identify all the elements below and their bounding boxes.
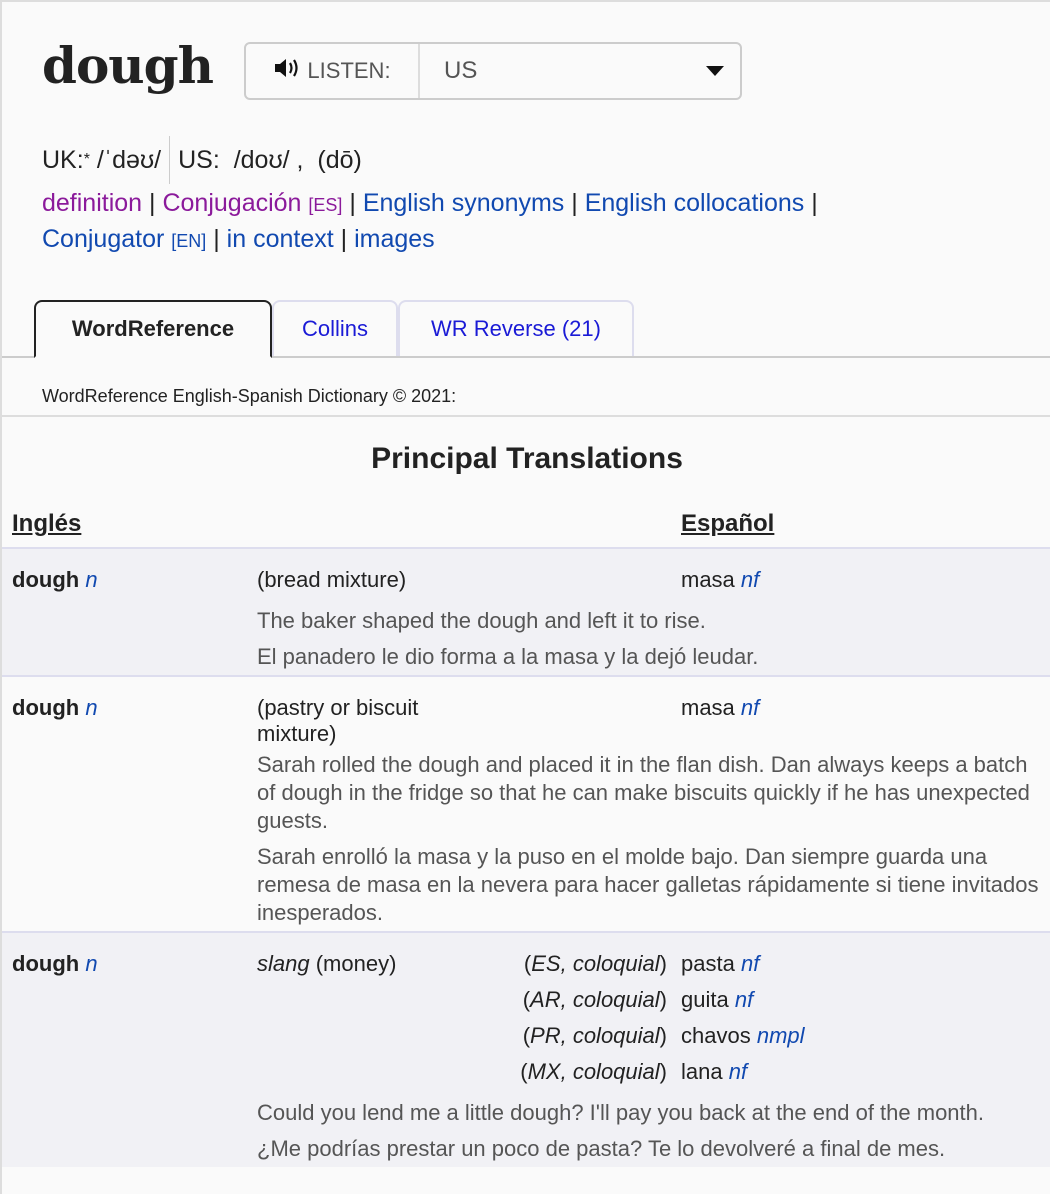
uk-label: UK:: [42, 145, 84, 174]
speaker-icon: [273, 57, 301, 85]
link-images[interactable]: images: [354, 225, 435, 253]
part-of-speech: nf: [740, 567, 760, 592]
link-in-context[interactable]: in context: [227, 225, 334, 253]
uk-ipa: /ˈdəʊ/: [96, 145, 162, 174]
source-term: dough n: [2, 675, 257, 747]
link-collocations[interactable]: English collocations: [585, 189, 805, 217]
table-row: (MX, coloquial) lana nf: [2, 1059, 1050, 1095]
source-term: dough n: [2, 931, 257, 987]
source-term: dough n: [2, 547, 257, 603]
part-of-speech: nmpl: [756, 1023, 805, 1048]
example-row: Could you lend me a little dough? I'll p…: [2, 1095, 1050, 1131]
sense-text: (bread mixture): [257, 567, 407, 592]
copyright: WordReference English-Spanish Dictionary…: [42, 386, 457, 406]
translation: pasta nf: [681, 931, 1050, 987]
translations-table: dough n (bread mixture) masa nf The baker s…: [2, 547, 1050, 1167]
register-label: slang: [257, 951, 310, 976]
table-row: dough n (bread mixture) masa nf: [2, 547, 1050, 603]
translation: lana nf: [681, 1059, 1050, 1095]
link-synonyms[interactable]: English synonyms: [363, 189, 564, 217]
related-links: definition | Conjugación [ES] | English …: [42, 189, 818, 253]
region-note: (PR, coloquial): [472, 1023, 681, 1059]
region-note: (MX, coloquial): [472, 1059, 681, 1095]
part-of-speech: n: [85, 951, 98, 976]
example-row: The baker shaped the dough and left it t…: [2, 603, 1050, 639]
section-title: Principal Translations: [371, 442, 683, 475]
region-note: [472, 547, 681, 603]
listen-button[interactable]: LISTEN:: [246, 44, 420, 98]
link-conjugacion[interactable]: Conjugación [ES]: [162, 189, 342, 217]
tab-collins[interactable]: Collins: [272, 300, 398, 356]
us-ipa: /doʊ/ ,: [233, 145, 304, 174]
pronunciation: UK: * /ˈdəʊ/ US: /doʊ/ , (dō): [42, 136, 362, 184]
sense: (pastry or biscuit mixture): [257, 675, 472, 747]
part-of-speech: n: [85, 695, 98, 720]
uk-asterisk[interactable]: *: [84, 151, 90, 169]
example-english: Sarah rolled the dough and placed it in …: [257, 747, 1050, 839]
example-spanish: ¿Me podrías prestar un poco de pasta? Te…: [257, 1131, 1050, 1167]
column-header-english: Inglés: [12, 510, 82, 537]
tab-wordreference[interactable]: WordReference: [34, 300, 272, 358]
region-note: (ES, coloquial): [472, 931, 681, 987]
example-spanish: El panadero le dio forma a la masa y la …: [257, 639, 1050, 676]
region-note: (AR, coloquial): [472, 987, 681, 1023]
region-note: [472, 675, 681, 747]
divider: [2, 415, 1050, 417]
sense-text: (pastry or biscuit mixture): [257, 695, 419, 746]
table-row: (AR, coloquial) guita nf: [2, 987, 1050, 1023]
divider: [169, 136, 171, 184]
column-header-spanish: Español: [681, 510, 775, 537]
part-of-speech: nf: [734, 987, 754, 1012]
sense-text: (money): [315, 951, 397, 976]
accent-select-value[interactable]: US: [420, 57, 706, 85]
sense: slang (money): [257, 931, 472, 987]
link-conjugator[interactable]: Conjugator [EN]: [42, 225, 206, 253]
example-spanish: Sarah enrolló la masa y la puso en el mo…: [257, 839, 1050, 932]
table-row: (PR, coloquial) chavos nmpl: [2, 1023, 1050, 1059]
example-english: Could you lend me a little dough? I'll p…: [257, 1095, 1050, 1131]
part-of-speech: nf: [740, 951, 760, 976]
link-definition[interactable]: definition: [42, 189, 142, 217]
dictionary-tabs: WordReference Collins WR Reverse (21): [2, 300, 1050, 358]
example-row: El panadero le dio forma a la masa y la …: [2, 639, 1050, 676]
example-row: Sarah rolled the dough and placed it in …: [2, 747, 1050, 839]
listen-label: LISTEN:: [307, 58, 391, 83]
example-english: The baker shaped the dough and left it t…: [257, 603, 1050, 639]
translation: chavos nmpl: [681, 1023, 1050, 1059]
part-of-speech: nf: [728, 1059, 748, 1084]
us-label: US:: [178, 145, 220, 174]
us-respelling: (dō): [317, 145, 362, 174]
translation: guita nf: [681, 987, 1050, 1023]
headword: dough: [42, 36, 214, 95]
tab-wr-reverse[interactable]: WR Reverse (21): [398, 300, 634, 356]
translation: masa nf: [681, 547, 1050, 603]
translation: masa nf: [681, 675, 1050, 747]
listen-dropdown[interactable]: LISTEN: US: [244, 42, 742, 100]
table-row: dough n (pastry or biscuit mixture) masa n…: [2, 675, 1050, 747]
chevron-down-icon[interactable]: [706, 66, 724, 76]
part-of-speech: n: [85, 567, 98, 592]
sense: (bread mixture): [257, 547, 472, 603]
part-of-speech: nf: [740, 695, 760, 720]
example-row: Sarah enrolló la masa y la puso en el mo…: [2, 839, 1050, 932]
table-row: dough n slang (money) (ES, coloquial) pasta…: [2, 931, 1050, 987]
example-row: ¿Me podrías prestar un poco de pasta? Te…: [2, 1131, 1050, 1167]
